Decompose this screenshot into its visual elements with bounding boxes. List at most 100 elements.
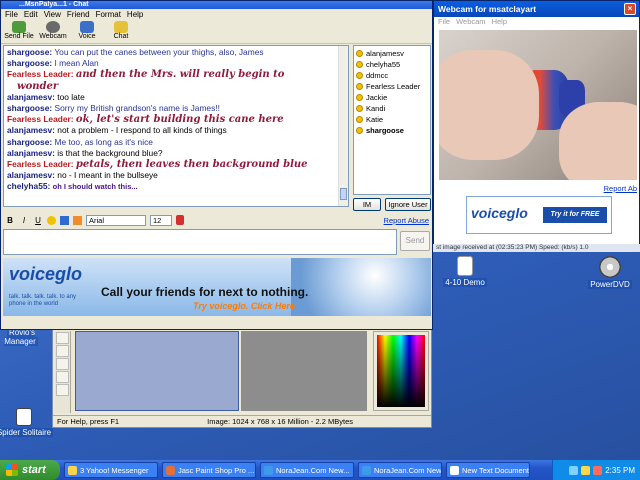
voiceglo-logo: voiceglo xyxy=(9,264,83,284)
taskbar-item-norajean-1[interactable]: NoraJean.Com New... xyxy=(260,462,354,478)
ad-cta-button[interactable]: Try it for FREE now. xyxy=(543,207,607,234)
webcam-status-text: st image received at (02:35:23 PM) Speed… xyxy=(433,244,640,252)
zoom-tool-icon[interactable] xyxy=(56,345,69,357)
menu-view[interactable]: View xyxy=(44,10,61,19)
send-file-button[interactable]: Send File xyxy=(4,20,34,43)
chat-message: chelyha55: oh I should watch this... xyxy=(7,181,345,192)
user-list-item[interactable]: Kandi xyxy=(356,103,428,114)
chat-window-title[interactable]: ...MsnPalya...1 - Chat xyxy=(1,1,432,9)
menu-file[interactable]: File xyxy=(5,10,18,19)
select-tool-icon[interactable] xyxy=(56,384,69,396)
message-input[interactable] xyxy=(3,229,397,255)
scrollbar-thumb[interactable] xyxy=(340,188,347,200)
desktop-icon-powerdvd[interactable]: PowerDVD xyxy=(580,256,640,289)
desktop-icon-demo[interactable]: 4-10 Demo xyxy=(435,256,495,287)
user-list-item[interactable]: Katie xyxy=(356,114,428,125)
menu-friend[interactable]: Friend xyxy=(67,10,90,19)
font-size-select[interactable]: 12 xyxy=(150,214,172,226)
background-color-icon[interactable] xyxy=(73,215,82,225)
message-username[interactable]: shargoose: xyxy=(7,47,52,57)
desktop-icon-manager[interactable]: Rovio's Manager xyxy=(0,328,48,346)
arrow-tool-icon[interactable] xyxy=(56,332,69,344)
color-palette[interactable] xyxy=(373,331,429,411)
message-username[interactable]: Fearless Leader: xyxy=(7,114,74,124)
message-username[interactable]: alanjamesv: xyxy=(7,92,55,102)
report-abuse-link[interactable]: Report Abuse xyxy=(384,216,429,225)
user-list-item[interactable]: Jackie xyxy=(356,92,428,103)
clock[interactable]: 2:35 PM xyxy=(605,466,635,475)
move-tool-icon[interactable] xyxy=(56,371,69,383)
send-file-icon xyxy=(12,21,26,33)
message-text: Me too, as long as it's nice xyxy=(54,136,153,147)
start-button[interactable]: start xyxy=(0,460,60,480)
menu-edit[interactable]: Edit xyxy=(24,10,38,19)
message-text: ok, let's start building this cane here xyxy=(75,114,284,126)
im-button[interactable]: IM xyxy=(353,198,381,211)
tool-palette xyxy=(55,331,71,413)
voiceglo-small-ad[interactable]: voiceglo Try it for FREE now. xyxy=(466,196,612,234)
taskbar-item-norajean-2[interactable]: NoraJean.Com New... xyxy=(358,462,442,478)
voice-button[interactable]: Voice xyxy=(72,20,102,43)
chat-message: alanjamesv: no - I meant in the bullseye xyxy=(7,170,345,181)
desktop-icon-spider-solitaire[interactable]: Spider Solitaire xyxy=(0,408,54,437)
italic-button[interactable]: I xyxy=(19,216,29,225)
ad-cta-link[interactable]: Try voiceglo. Click Here xyxy=(193,301,295,311)
emoticon-icon[interactable] xyxy=(47,215,56,225)
webcam-icon xyxy=(46,21,60,33)
user-list-item[interactable]: Fearless Leader xyxy=(356,81,428,92)
hand-image xyxy=(559,102,637,180)
chat-window[interactable]: ...MsnPalya...1 - Chat File Edit View Fr… xyxy=(0,0,433,330)
user-list-item[interactable]: ddmcc xyxy=(356,70,428,81)
message-username[interactable]: alanjamesv: xyxy=(7,170,55,180)
user-list[interactable]: alanjamesv chelyha55 ddmcc Fearless Leader J… xyxy=(353,45,431,195)
bold-button[interactable]: B xyxy=(5,216,15,225)
message-text: no - I meant in the bullseye xyxy=(57,170,158,181)
message-username[interactable]: shargoose: xyxy=(7,58,52,68)
close-icon[interactable]: × xyxy=(624,3,636,15)
message-username[interactable]: Fearless Leader: xyxy=(7,159,74,169)
message-username[interactable]: shargoose: xyxy=(7,137,52,147)
menu-format[interactable]: Format xyxy=(96,10,121,19)
taskbar-item-paint-shop[interactable]: Jasc Paint Shop Pro ... xyxy=(162,462,256,478)
taskbar-item-text-document[interactable]: New Text Document... xyxy=(446,462,530,478)
crop-tool-icon[interactable] xyxy=(56,358,69,370)
user-name: Jackie xyxy=(366,93,388,102)
underline-button[interactable]: U xyxy=(33,216,43,225)
voiceglo-banner-ad[interactable]: voiceglo talk. talk. talk. talk. to any … xyxy=(3,258,431,316)
user-list-item[interactable]: shargoose xyxy=(356,125,428,136)
menu-help[interactable]: Help xyxy=(492,17,507,27)
messenger-tray-icon[interactable] xyxy=(593,465,603,475)
user-list-item[interactable]: chelyha55 xyxy=(356,59,428,70)
network-icon[interactable] xyxy=(569,465,579,475)
message-username[interactable]: alanjamesv: xyxy=(7,148,55,158)
taskbar-item-yahoo-messenger[interactable]: 3 Yahoo! Messenger xyxy=(64,462,158,478)
send-button[interactable]: Send xyxy=(400,231,430,251)
message-username[interactable]: Fearless Leader: xyxy=(7,69,74,79)
report-abuse-link[interactable]: Report Ab xyxy=(604,184,637,193)
color-spectrum[interactable] xyxy=(377,335,425,407)
chat-log-scrollbar[interactable] xyxy=(338,46,348,206)
message-username[interactable]: shargoose: xyxy=(7,103,52,113)
chat-log[interactable]: shargoose: You can put the canes between… xyxy=(3,45,349,207)
image-thumbnail[interactable] xyxy=(75,331,239,411)
menu-file[interactable]: File xyxy=(438,17,450,27)
chat-message: shargoose: I mean Alan xyxy=(7,58,345,69)
user-list-item[interactable]: alanjamesv xyxy=(356,48,428,59)
paint-shop-window[interactable]: For Help, press F1 Image: 1024 x 768 x 1… xyxy=(52,328,432,428)
webcam-window-title[interactable]: Webcam for msatclayart × xyxy=(434,1,639,17)
webcam-window[interactable]: Webcam for msatclayart × File Webcam Hel… xyxy=(433,0,640,245)
menu-webcam[interactable]: Webcam xyxy=(456,17,485,27)
message-username[interactable]: chelyha55: xyxy=(7,181,50,191)
webcam-button[interactable]: Webcam xyxy=(38,20,68,43)
chat-message: shargoose: You can put the canes between… xyxy=(7,47,345,58)
font-select[interactable]: Arial xyxy=(86,214,146,226)
message-username[interactable]: alanjamesv: xyxy=(7,125,55,135)
volume-icon[interactable] xyxy=(581,465,591,475)
text-color-icon[interactable] xyxy=(60,215,69,225)
smiley-status-icon xyxy=(356,94,363,101)
chat-menubar: File Edit View Friend Format Help xyxy=(1,9,432,20)
ignore-user-button[interactable]: Ignore User xyxy=(385,198,431,211)
menu-help[interactable]: Help xyxy=(127,10,143,19)
buzz-icon[interactable] xyxy=(176,215,184,225)
chat-button[interactable]: Chat xyxy=(106,20,136,43)
